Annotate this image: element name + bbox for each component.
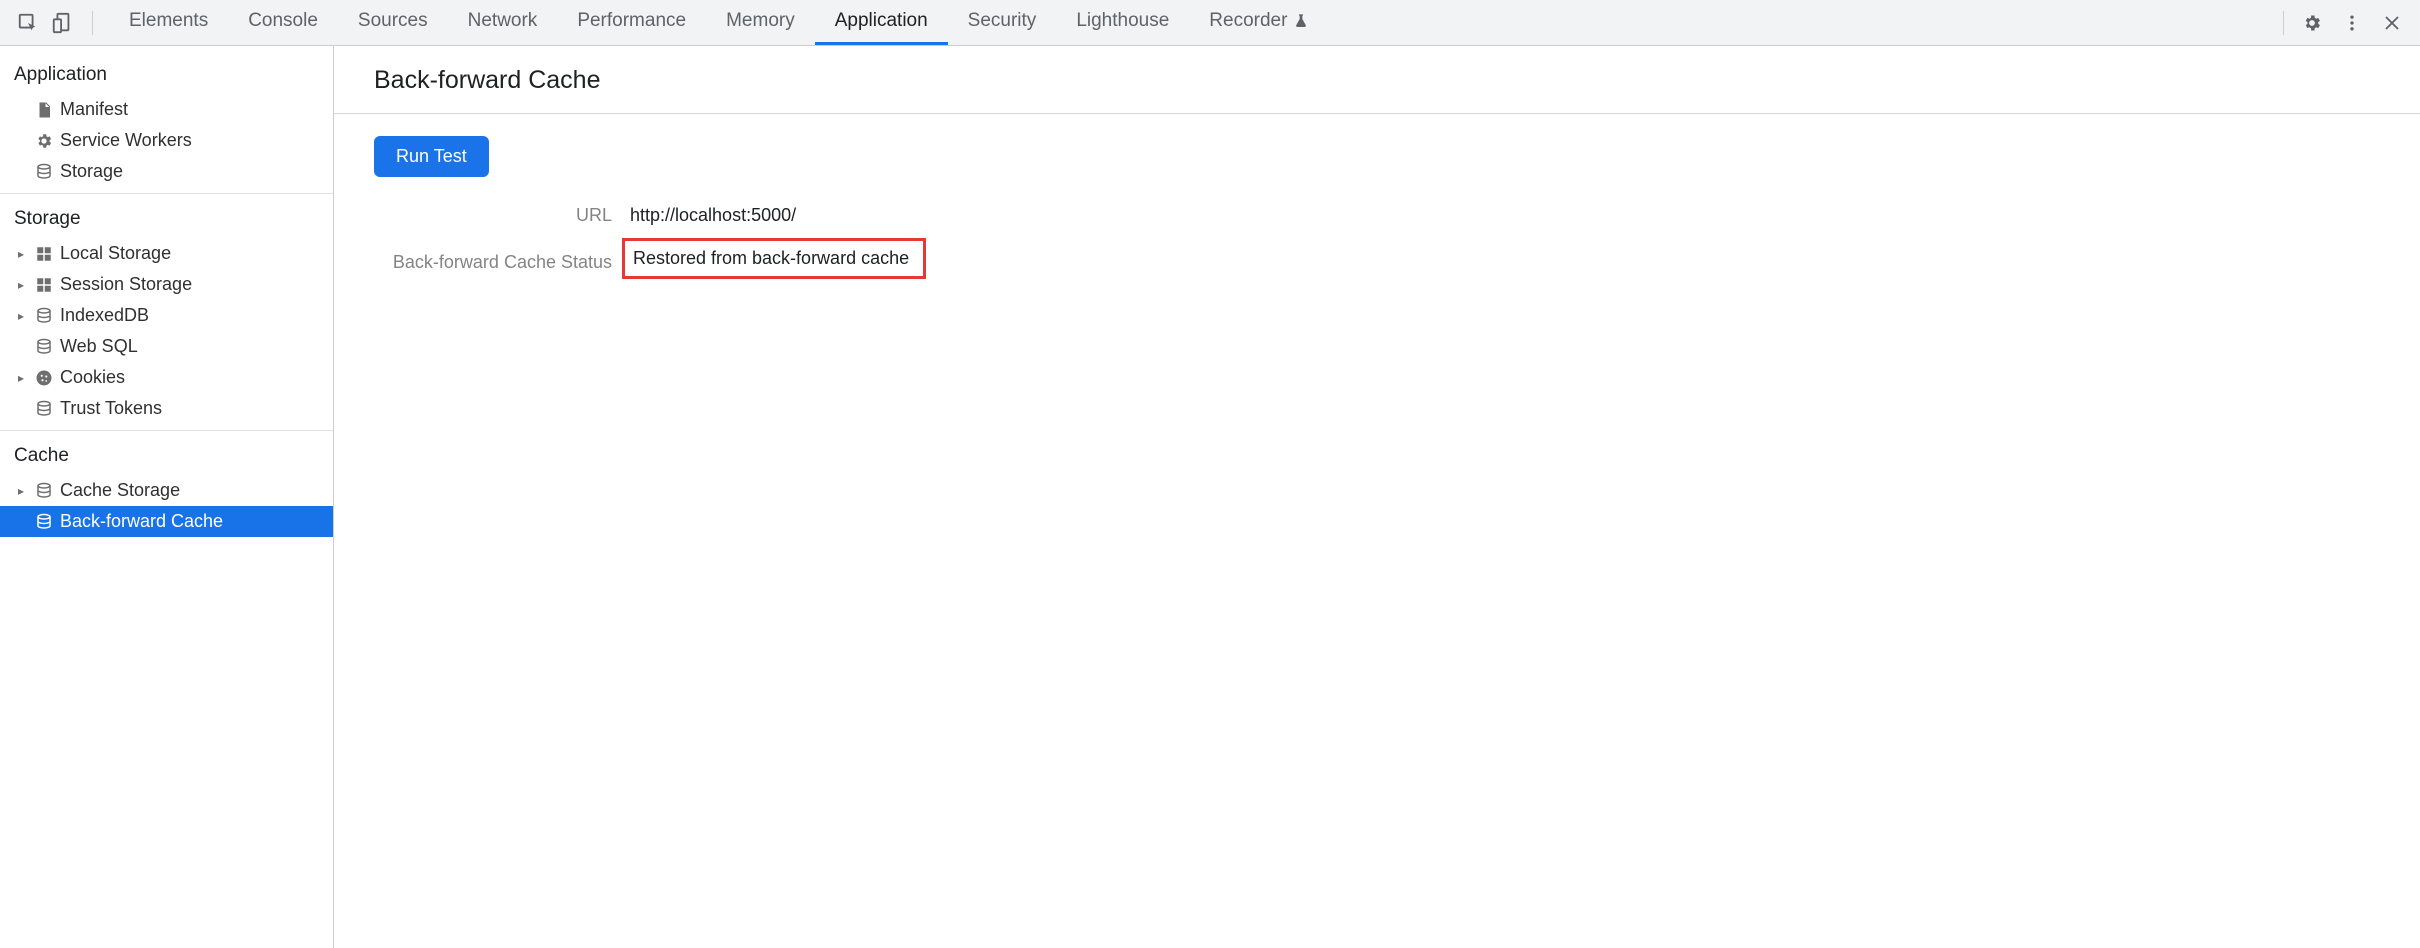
grid-icon [34,275,54,295]
database-icon [34,512,54,532]
tab-console[interactable]: Console [228,0,338,45]
sidebar-item-label: IndexedDB [60,305,149,326]
sidebar-item-label: Web SQL [60,336,138,357]
devtools-tabs: Elements Console Sources Network Perform… [109,0,2275,45]
sidebar-item-label: Local Storage [60,243,171,264]
tab-label: Console [248,10,318,32]
expand-arrow-icon[interactable]: ▸ [14,484,28,498]
sidebar-section-storage: Storage ▸ Local Storage ▸ Session Storag… [0,200,333,431]
divider [2283,11,2284,35]
tab-label: Lighthouse [1076,10,1169,32]
sidebar-item-websql[interactable]: ▸ Web SQL [0,331,333,362]
database-icon [34,337,54,357]
info-value: http://localhost:5000/ [630,205,796,226]
cookie-icon [34,368,54,388]
device-toggle-icon[interactable] [50,11,74,35]
grid-icon [34,244,54,264]
sidebar-item-label: Storage [60,161,123,182]
highlight-annotation: Restored from back-forward cache [622,238,926,279]
section-title: Cache [0,437,333,475]
inspect-icon[interactable] [16,11,40,35]
topbar-right-tools [2292,11,2412,35]
tab-elements[interactable]: Elements [109,0,228,45]
info-row-url: URL http://localhost:5000/ [362,205,2380,226]
sidebar-item-label: Cookies [60,367,125,388]
sidebar-item-label: Cache Storage [60,480,180,501]
tab-label: Security [968,10,1037,32]
expand-arrow-icon[interactable]: ▸ [14,371,28,385]
section-title: Storage [0,200,333,238]
tab-application[interactable]: Application [815,0,948,45]
sidebar-item-trust-tokens[interactable]: ▸ Trust Tokens [0,393,333,424]
info-label: Back-forward Cache Status [362,252,630,273]
tab-label: Network [468,10,538,32]
devtools-topbar: Elements Console Sources Network Perform… [0,0,2420,46]
sidebar-item-storage[interactable]: ▸ Storage [0,156,333,187]
expand-arrow-icon[interactable]: ▸ [14,278,28,292]
info-row-bfcache-status: Back-forward Cache Status Restored from … [362,246,2380,279]
file-icon [34,100,54,120]
sidebar-item-back-forward-cache[interactable]: ▸ Back-forward Cache [0,506,333,537]
sidebar-item-label: Manifest [60,99,128,120]
sidebar-item-label: Back-forward Cache [60,511,223,532]
sidebar-section-cache: Cache ▸ Cache Storage ▸ Back-forward Cac… [0,437,333,543]
tab-network[interactable]: Network [448,0,558,45]
sidebar-item-cookies[interactable]: ▸ Cookies [0,362,333,393]
page-title: Back-forward Cache [374,66,2380,95]
content-body: Run Test URL http://localhost:5000/ Back… [334,114,2420,329]
expand-arrow-icon[interactable]: ▸ [14,247,28,261]
sidebar-section-application: Application ▸ Manifest ▸ Service Workers… [0,56,333,194]
topbar-left-tools [8,11,109,35]
sidebar-item-manifest[interactable]: ▸ Manifest [0,94,333,125]
divider [92,11,93,35]
sidebar-item-service-workers[interactable]: ▸ Service Workers [0,125,333,156]
tab-label: Performance [577,10,686,32]
gear-icon [34,131,54,151]
more-icon[interactable] [2340,11,2364,35]
info-label: URL [362,205,630,226]
sidebar-item-indexeddb[interactable]: ▸ IndexedDB [0,300,333,331]
content-header: Back-forward Cache [334,46,2420,114]
tab-security[interactable]: Security [948,0,1057,45]
tab-sources[interactable]: Sources [338,0,448,45]
tab-lighthouse[interactable]: Lighthouse [1056,0,1189,45]
tab-label: Recorder [1209,10,1287,32]
tab-label: Memory [726,10,795,32]
application-sidebar: Application ▸ Manifest ▸ Service Workers… [0,46,334,948]
flask-icon [1293,13,1309,29]
tab-memory[interactable]: Memory [706,0,815,45]
run-test-button[interactable]: Run Test [374,136,489,177]
tab-label: Elements [129,10,208,32]
info-rows: URL http://localhost:5000/ Back-forward … [362,205,2380,279]
content-pane: Back-forward Cache Run Test URL http://l… [334,46,2420,948]
tab-performance[interactable]: Performance [557,0,706,45]
sidebar-item-label: Service Workers [60,130,192,151]
database-icon [34,481,54,501]
tab-label: Application [835,10,928,32]
sidebar-item-session-storage[interactable]: ▸ Session Storage [0,269,333,300]
tab-label: Sources [358,10,428,32]
database-icon [34,162,54,182]
sidebar-item-cache-storage[interactable]: ▸ Cache Storage [0,475,333,506]
section-title: Application [0,56,333,94]
database-icon [34,306,54,326]
tab-recorder[interactable]: Recorder [1189,0,1329,45]
main-layout: Application ▸ Manifest ▸ Service Workers… [0,46,2420,948]
sidebar-item-local-storage[interactable]: ▸ Local Storage [0,238,333,269]
database-icon [34,399,54,419]
sidebar-item-label: Session Storage [60,274,192,295]
sidebar-item-label: Trust Tokens [60,398,162,419]
settings-icon[interactable] [2300,11,2324,35]
expand-arrow-icon[interactable]: ▸ [14,309,28,323]
close-icon[interactable] [2380,11,2404,35]
info-value: Restored from back-forward cache [633,248,909,268]
